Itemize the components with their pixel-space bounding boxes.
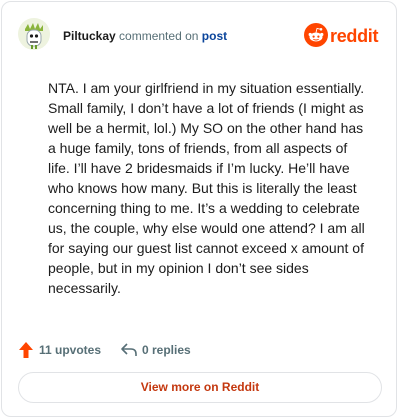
username-link[interactable]: Piltuckay bbox=[63, 29, 116, 43]
reply-count: 0 replies bbox=[142, 343, 191, 357]
post-link[interactable]: post bbox=[202, 29, 227, 43]
upvote-count: 11 upvotes bbox=[39, 343, 102, 357]
upvote-arrow-icon bbox=[19, 342, 33, 358]
comment-actions: 11 upvotes 0 replies bbox=[18, 340, 318, 360]
comment-header: Piltuckay commented on post reddit bbox=[18, 18, 380, 54]
reddit-snoo-icon bbox=[304, 23, 328, 47]
reddit-logo[interactable]: reddit bbox=[304, 23, 379, 51]
comment-meta: Piltuckay commented on post bbox=[63, 29, 227, 43]
view-more-button[interactable]: View more on Reddit bbox=[18, 372, 382, 403]
avatar[interactable] bbox=[18, 18, 50, 50]
reply-arrow-icon bbox=[121, 343, 137, 356]
upvote-button[interactable]: 11 upvotes bbox=[18, 340, 108, 360]
reddit-wordmark: reddit bbox=[330, 26, 379, 46]
comment-card: Piltuckay commented on post reddit NTA. … bbox=[1, 1, 397, 417]
reply-button[interactable]: 0 replies bbox=[120, 340, 200, 360]
action-text: commented on bbox=[119, 29, 199, 43]
comment-body: NTA. I am your girlfriend in my situatio… bbox=[48, 80, 365, 296]
